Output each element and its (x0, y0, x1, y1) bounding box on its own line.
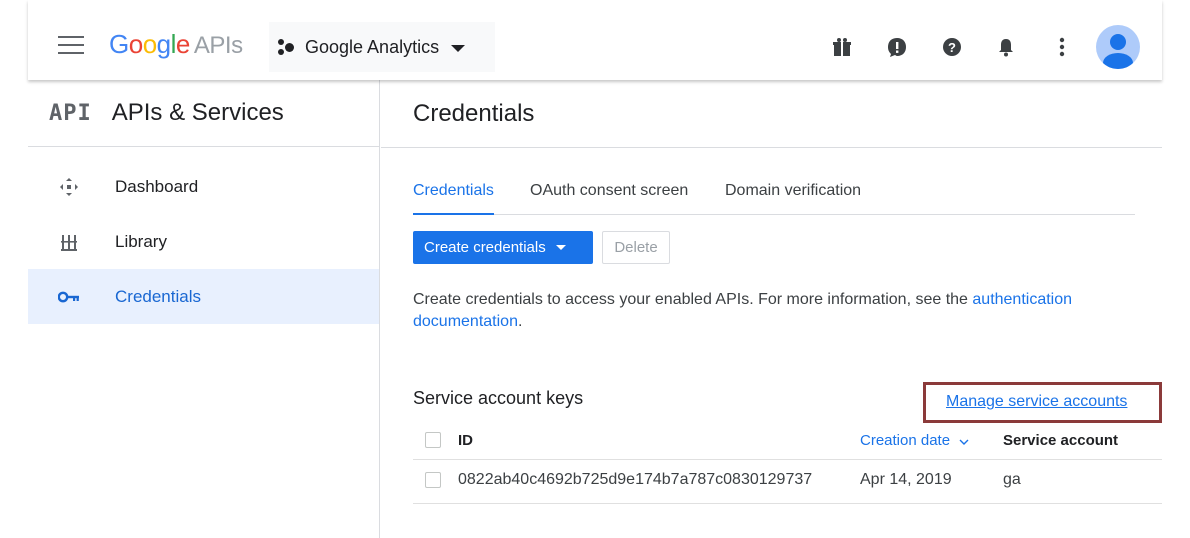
select-all-checkbox[interactable] (425, 432, 441, 448)
service-account: ga (1003, 471, 1021, 488)
page-title: Credentials (413, 100, 535, 127)
caret-down-icon (451, 45, 466, 52)
create-credentials-label: Create credentials (424, 239, 546, 256)
tabs-bar: Credentials OAuth consent screen Domain … (413, 182, 1135, 215)
sidebar-item-label: Dashboard (115, 176, 199, 196)
create-credentials-button[interactable]: Create credentials (413, 231, 593, 264)
key-id: 0822ab40c4692b725d9e174b7a787c0830129737 (458, 471, 813, 488)
sidebar-item-label: Credentials (115, 286, 201, 306)
sidebar: API APIs & Services Dashboard Library Cr… (28, 80, 380, 538)
google-apis-logo[interactable]: Google APIs (109, 29, 243, 60)
authentication-link[interactable]: authentication (972, 291, 1072, 308)
dashboard-icon (58, 176, 80, 198)
caret-down-icon (555, 245, 566, 250)
divider (413, 459, 1162, 460)
sidebar-item-library[interactable]: Library (28, 214, 379, 269)
project-icon (277, 38, 297, 56)
project-selector[interactable]: Google Analytics (269, 22, 495, 72)
account-avatar[interactable] (1096, 25, 1140, 69)
help-icon[interactable]: ? (941, 36, 963, 58)
tab-oauth-consent-screen[interactable]: OAuth consent screen (530, 182, 688, 215)
divider (381, 147, 1162, 148)
creation-date: Apr 14, 2019 (860, 471, 952, 488)
tab-domain-verification[interactable]: Domain verification (725, 182, 861, 215)
documentation-link[interactable]: documentation (413, 313, 518, 330)
notifications-icon[interactable] (995, 36, 1017, 58)
delete-button[interactable]: Delete (602, 231, 670, 264)
row-checkbox[interactable] (425, 472, 441, 488)
column-header-id[interactable]: ID (458, 432, 473, 449)
sidebar-item-label: Library (115, 231, 167, 251)
sidebar-header: API APIs & Services (28, 80, 379, 147)
column-header-creation-date[interactable]: Creation date (860, 432, 969, 450)
svg-text:?: ? (948, 40, 956, 55)
sidebar-item-dashboard[interactable]: Dashboard (28, 159, 379, 214)
project-name: Google Analytics (305, 36, 440, 57)
menu-icon[interactable] (58, 36, 84, 56)
library-icon (58, 231, 80, 253)
feedback-icon[interactable] (886, 36, 908, 58)
manage-service-accounts-link[interactable]: Manage service accounts (946, 393, 1127, 411)
chevron-down-icon (959, 433, 969, 450)
sidebar-title: APIs & Services (111, 99, 284, 126)
divider (413, 503, 1162, 504)
info-text: Create credentials to access your enable… (413, 291, 1073, 330)
api-logo: API (49, 100, 92, 126)
column-header-service-account[interactable]: Service account (1003, 432, 1118, 449)
sidebar-item-credentials[interactable]: Credentials (28, 269, 379, 324)
key-icon (58, 286, 80, 308)
gift-icon[interactable] (831, 36, 853, 58)
top-bar: Google APIs Google Analytics ? (28, 0, 1162, 80)
tab-credentials[interactable]: Credentials (413, 182, 494, 215)
section-title: Service account keys (413, 388, 584, 408)
more-vert-icon[interactable] (1051, 36, 1073, 58)
